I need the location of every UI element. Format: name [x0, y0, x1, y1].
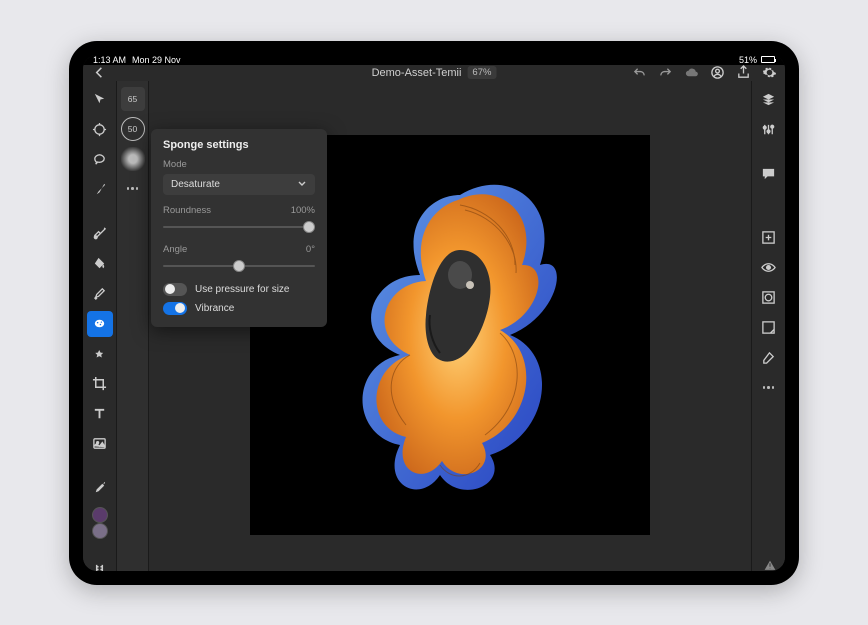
sponge-tool[interactable] — [87, 311, 113, 337]
roundness-value: 100% — [291, 205, 315, 216]
settings-icon[interactable] — [761, 65, 777, 81]
artwork-image — [310, 155, 590, 515]
panel-title: Sponge settings — [163, 139, 315, 151]
back-button[interactable] — [91, 65, 107, 81]
more-brush-options[interactable] — [121, 177, 145, 201]
vibrance-toggle[interactable] — [163, 302, 187, 315]
foreground-color[interactable] — [92, 507, 108, 523]
fill-tool[interactable] — [87, 251, 113, 277]
mask-icon[interactable] — [756, 285, 782, 311]
roundness-slider[interactable] — [163, 220, 315, 234]
share-icon[interactable] — [735, 65, 751, 81]
comments-panel-icon[interactable] — [756, 161, 782, 187]
status-time: 1:13 AM — [93, 55, 126, 65]
mode-label: Mode — [163, 159, 315, 170]
layers-panel-icon[interactable] — [756, 87, 782, 113]
roundness-label: Roundness — [163, 205, 211, 216]
add-panel-icon[interactable] — [756, 225, 782, 251]
background-color[interactable] — [92, 523, 108, 539]
eraser-panel-icon[interactable] — [756, 345, 782, 371]
cloud-icon[interactable] — [683, 65, 699, 81]
battery-icon — [761, 56, 775, 63]
color-swatches[interactable] — [92, 507, 108, 539]
more-panel-icon[interactable] — [756, 375, 782, 401]
status-bar: 1:13 AM Mon 29 Nov 51% — [83, 55, 785, 65]
left-toolbar — [83, 81, 117, 571]
ruler-tool[interactable] — [87, 557, 113, 571]
document-title: Demo-Asset-Temii — [372, 67, 462, 79]
transform-tool[interactable] — [87, 117, 113, 143]
select-subject-icon[interactable] — [756, 315, 782, 341]
sponge-settings-panel: Sponge settings Mode Desaturate Roundnes… — [151, 129, 327, 327]
adjustments-panel-icon[interactable] — [756, 117, 782, 143]
brush-tool[interactable] — [87, 177, 113, 203]
clone-stamp-tool[interactable] — [87, 281, 113, 307]
mode-value: Desaturate — [171, 179, 220, 190]
healing-brush-tool[interactable] — [87, 341, 113, 367]
eyedropper-tool[interactable] — [87, 475, 113, 501]
brush-hardness-chip[interactable]: 50 — [121, 117, 145, 141]
zoom-indicator[interactable]: 67% — [467, 66, 496, 79]
eraser-tool[interactable] — [87, 221, 113, 247]
battery-pct: 51% — [739, 55, 757, 65]
angle-value: 0° — [306, 244, 315, 255]
crop-tool[interactable] — [87, 371, 113, 397]
warning-icon[interactable] — [763, 558, 777, 571]
account-icon[interactable] — [709, 65, 725, 81]
angle-label: Angle — [163, 244, 187, 255]
chevron-down-icon — [297, 179, 307, 189]
place-image-tool[interactable] — [87, 431, 113, 457]
mode-select[interactable]: Desaturate — [163, 174, 315, 195]
brush-options-rail: 65 50 — [117, 81, 149, 571]
brush-preview-chip[interactable] — [121, 147, 145, 171]
undo-button[interactable] — [631, 65, 647, 81]
status-date: Mon 29 Nov — [132, 55, 181, 65]
visibility-icon[interactable] — [756, 255, 782, 281]
lasso-tool[interactable] — [87, 147, 113, 173]
vibrance-label: Vibrance — [195, 303, 234, 314]
redo-button[interactable] — [657, 65, 673, 81]
angle-slider[interactable] — [163, 259, 315, 273]
type-tool[interactable] — [87, 401, 113, 427]
pressure-toggle[interactable] — [163, 283, 187, 296]
move-tool[interactable] — [87, 87, 113, 113]
brush-size-chip[interactable]: 65 — [121, 87, 145, 111]
right-toolbar — [751, 81, 785, 571]
app-header: Demo-Asset-Temii 67% — [83, 65, 785, 81]
pressure-label: Use pressure for size — [195, 284, 289, 295]
